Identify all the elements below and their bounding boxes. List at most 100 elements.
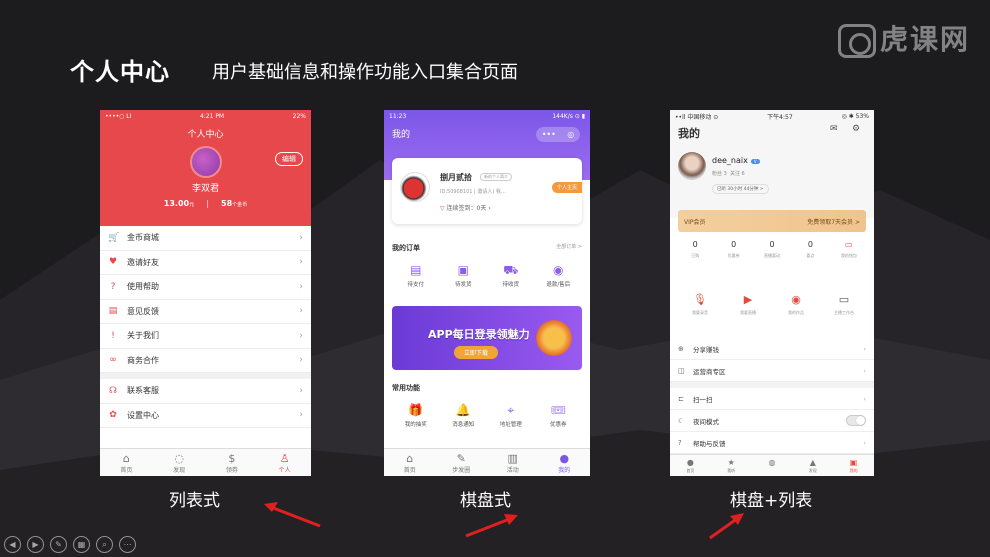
gear-icon[interactable]: ⚙ <box>852 124 860 134</box>
edit-button[interactable]: 编辑 <box>275 152 303 166</box>
tab-home[interactable]: ● 首页 <box>670 455 711 476</box>
chevron-right-icon: › <box>299 257 303 268</box>
grid-item-label: 我的抽奖 <box>404 422 427 428</box>
grid-item-label: 待发货 <box>454 282 472 288</box>
slide-title: 个人中心 <box>70 58 170 86</box>
tab-discover[interactable]: ◌ 发现 <box>153 449 206 476</box>
invite-icon: ♥ <box>108 257 118 268</box>
stat-item[interactable]: ▭ 我的钱包 <box>830 240 868 259</box>
stats-row: 0 已购 0 优惠券 0 直播喜动 0 喜点 ▭ 我的钱包 <box>670 240 874 259</box>
profile-badge[interactable]: 新的个人简介 <box>480 173 512 181</box>
pen-icon[interactable]: ✎ <box>50 536 67 553</box>
close-circle-icon[interactable]: ◎ <box>567 130 574 139</box>
tab-discover[interactable]: ✎ 步发圈 <box>436 449 488 476</box>
action-label: 主播工作台 <box>834 310 854 315</box>
menu-item-label: 设置中心 <box>127 410 159 420</box>
tab-star[interactable]: ★ 我听 <box>711 455 752 476</box>
zoom-icon[interactable]: ⌕ <box>96 536 113 553</box>
menu-item[interactable]: ? 帮助与反馈 › <box>670 432 874 454</box>
vip-bar[interactable]: VIP会员 免费领取7天会员 > <box>678 210 866 232</box>
tab-person[interactable]: ♙ 个人 <box>258 449 311 476</box>
grid-item[interactable]: 🎁 我的抽奖 <box>392 403 440 428</box>
grid-item[interactable]: ◉ 退款/售后 <box>535 263 583 288</box>
user-name: dee_naix V <box>712 156 760 165</box>
night-mode-toggle[interactable] <box>846 415 866 426</box>
grid-item[interactable]: ⛟ 待收货 <box>487 263 535 288</box>
orders-section: 我的订单 全部订单 > ▤ 待支付 ▣ 待发货 ⛟ 待收货 ◉ 退款/售后 <box>384 243 590 288</box>
menu-item[interactable]: ♥ 邀请好友 › <box>100 251 311 275</box>
grid-item[interactable]: ▣ 待发货 <box>440 263 488 288</box>
menu-item[interactable]: ☊ 联系客服 › <box>100 379 311 404</box>
tab-person[interactable]: ● 我的 <box>539 449 591 476</box>
menu-item-label: 帮助与反馈 <box>693 439 726 448</box>
grid-item[interactable]: ▤ 待支付 <box>392 263 440 288</box>
stat-item[interactable]: 0 优惠券 <box>714 240 752 259</box>
slides-icon[interactable]: ▦ <box>73 536 90 553</box>
miniapp-capsule[interactable]: ••• ◎ <box>536 127 580 142</box>
tab-person[interactable]: ▣ 我的 <box>833 455 874 476</box>
menu-item-label: 运营商专区 <box>693 367 726 376</box>
avatar[interactable] <box>678 152 706 180</box>
grid-item[interactable]: 🔔 消息通知 <box>440 403 488 428</box>
caption-grid: 棋盘式 <box>460 491 511 511</box>
stat-label: 直播喜动 <box>764 253 781 258</box>
avatar[interactable] <box>400 172 430 202</box>
tab-activity[interactable]: ▥ 活动 <box>487 449 539 476</box>
menu-item[interactable]: ! 关于我们 › <box>100 324 311 349</box>
tab-label: 首页 <box>120 467 133 474</box>
previous-icon[interactable]: ◀ <box>4 536 21 553</box>
listen-time[interactable]: 已听 30小时 44分钟 > <box>712 184 769 194</box>
watermark-logo: 虎课网 <box>837 18 970 58</box>
action-item[interactable]: 🎙 我要录音 <box>676 294 724 316</box>
more-icon[interactable]: ⋯ <box>119 536 136 553</box>
menu-item[interactable]: 🛒 金币商城 › <box>100 226 311 251</box>
download-button[interactable]: 立即下载 <box>454 346 499 359</box>
home-page-button[interactable]: 个人主页 <box>551 182 582 193</box>
operator-icon: ◫ <box>678 366 685 375</box>
refund-icon: ◉ <box>553 263 564 277</box>
menu-item[interactable]: ▤ 意见反馈 › <box>100 300 311 324</box>
grid-item-label: 消息通知 <box>452 422 475 428</box>
stat-item[interactable]: 0 直播喜动 <box>753 240 791 259</box>
tab-wallet[interactable]: $ 领券 <box>206 449 259 476</box>
next-icon[interactable]: ▶ <box>27 536 44 553</box>
tab-home[interactable]: ⌂ 首页 <box>384 449 436 476</box>
more-icon[interactable]: ••• <box>542 130 556 139</box>
tab-label: 发现 <box>173 467 186 474</box>
stat-value: 0 <box>692 240 698 249</box>
promo-banner[interactable]: APP每日登录领魅力 立即下载 <box>392 306 582 370</box>
action-label: 我的作品 <box>788 310 804 315</box>
grid-item[interactable]: ⌖ 地址管理 <box>487 403 535 428</box>
chevron-right-icon: › <box>863 366 866 375</box>
share-icon: ⊕ <box>678 344 684 353</box>
menu-item[interactable]: ☾ 夜间模式 <box>670 410 874 432</box>
headset-icon: ☊ <box>109 385 117 396</box>
menu-item[interactable]: ⊏ 扫一扫 › <box>670 388 874 410</box>
action-item[interactable]: ▶ 我要直播 <box>724 294 772 316</box>
menu-item[interactable]: ◫ 运营商专区 › <box>670 360 874 382</box>
menu-item[interactable]: ✿ 设置中心 › <box>100 404 311 428</box>
tab-discover[interactable]: ▲ 发现 <box>792 455 833 476</box>
feedback-icon: ▤ <box>108 306 118 317</box>
tab-home[interactable]: ⌂ 首页 <box>100 449 153 476</box>
profile-header: ••ll 中国移动 ⊙ 下午4:57 ◎ ✱ 53% 我的 ✉ ⚙ dee_na… <box>670 110 874 218</box>
action-item[interactable]: ◉ 我的作品 <box>772 294 820 316</box>
action-item[interactable]: ▭ 主播工作台 <box>820 294 868 316</box>
avatar[interactable] <box>189 146 222 178</box>
chevron-right-icon: › <box>299 385 303 396</box>
avatar-icon: ◍ <box>768 458 776 467</box>
caption-mixed: 棋盘+列表 <box>730 491 813 511</box>
activity-icon: ▥ <box>507 452 518 465</box>
orders-grid: ▤ 待支付 ▣ 待发货 ⛟ 待收货 ◉ 退款/售后 <box>392 263 582 288</box>
fans-follow[interactable]: 粉丝 3 关注 6 <box>712 170 745 177</box>
menu-item[interactable]: ⊕ 分享赚钱 › <box>670 338 874 360</box>
menu-item[interactable]: ∞ 商务合作 › <box>100 349 311 373</box>
grid-item[interactable]: 🎟 优惠券 <box>535 403 583 428</box>
mail-icon[interactable]: ✉ <box>830 124 838 134</box>
tab-avatar[interactable]: ◍ <box>752 455 793 476</box>
stat-item[interactable]: 0 喜点 <box>791 240 829 259</box>
menu-item[interactable]: ? 使用帮助 › <box>100 275 311 300</box>
all-orders-link[interactable]: 全部订单 > <box>556 243 582 253</box>
tab-label: 活动 <box>506 467 519 474</box>
stat-item[interactable]: 0 已购 <box>676 240 714 259</box>
